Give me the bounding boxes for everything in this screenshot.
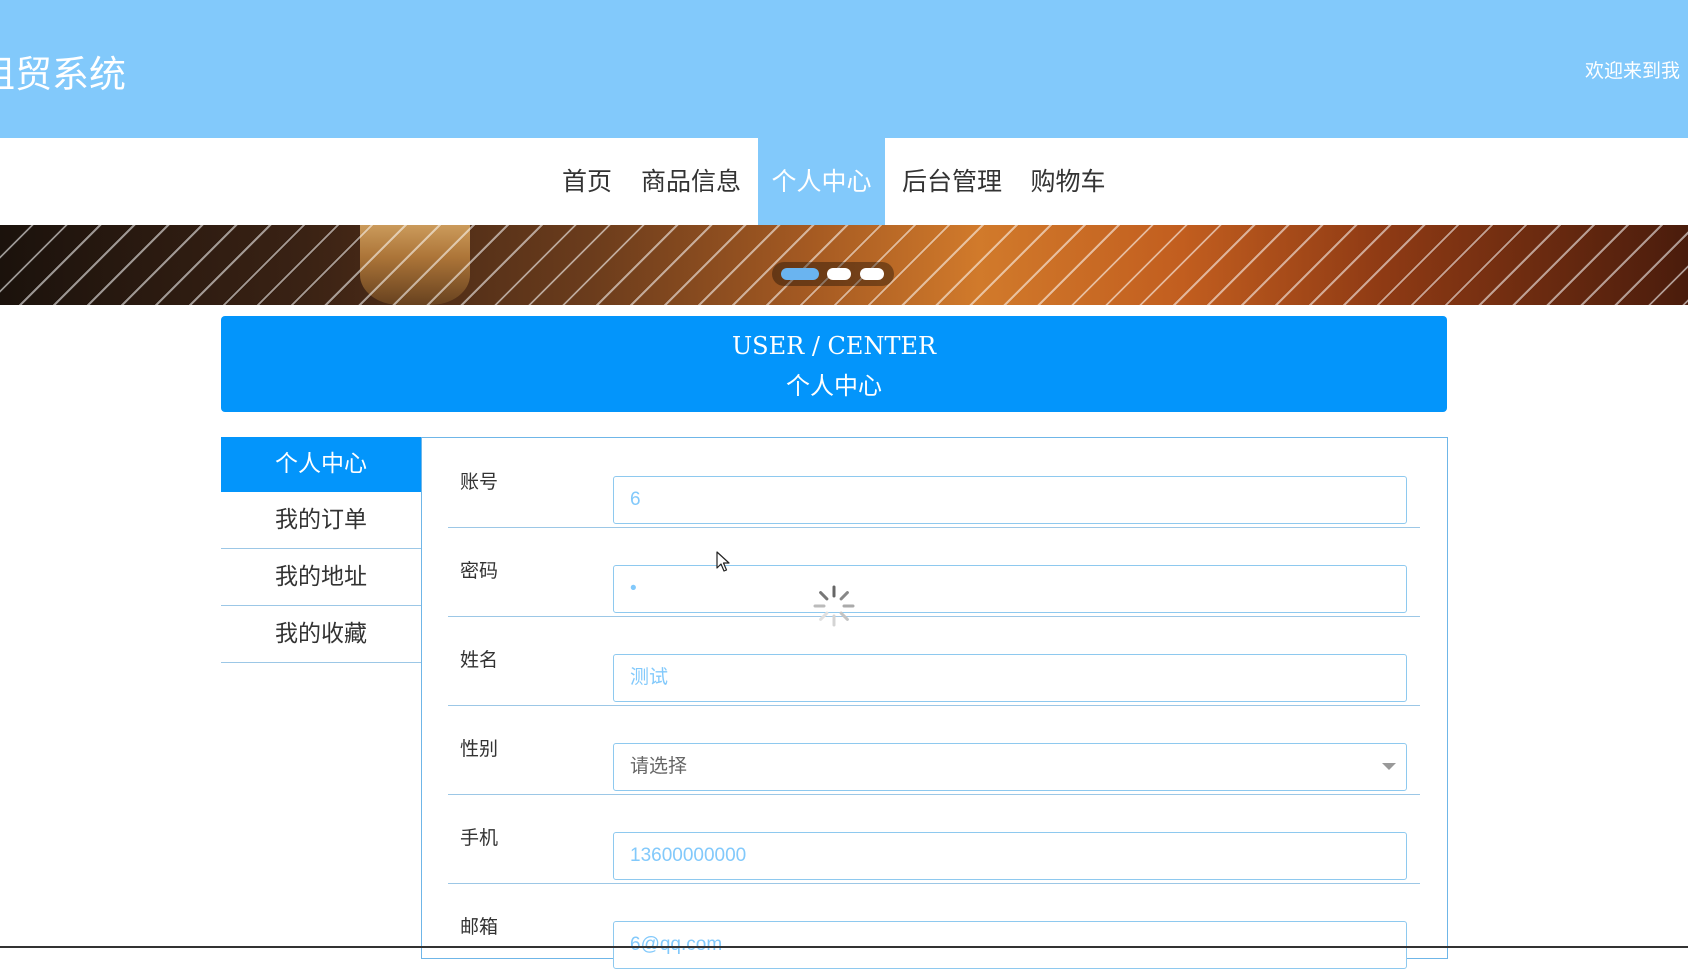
top-header: 租贸系统 欢迎来到我 [0,0,1688,138]
nav-admin[interactable]: 后台管理 [898,138,1006,225]
email-label: 邮箱 [460,916,499,938]
main-nav: 首页 商品信息 个人中心 后台管理 购物车 [0,138,1688,225]
gender-select-value: 请选择 [630,756,688,777]
password-label: 密码 [460,560,499,582]
email-input[interactable]: 6@qq.com [613,921,1407,969]
nav-home[interactable]: 首页 [556,138,618,225]
nav-cart[interactable]: 购物车 [1026,138,1110,225]
nav-user-center[interactable]: 个人中心 [758,138,885,225]
name-input[interactable]: 测试 [613,654,1407,702]
phone-input[interactable]: 13600000000 [613,832,1407,880]
account-input[interactable]: 6 [613,476,1407,524]
sidebar-item-favorites[interactable]: 我的收藏 [221,606,421,663]
welcome-text: 欢迎来到我 [1585,60,1681,82]
sidebar-item-user-center[interactable]: 个人中心 [221,437,421,492]
bottom-divider [0,946,1688,948]
profile-form: 账号 6 密码 • 姓名 测试 性别 请选择 手机 13600000000 邮箱… [421,437,1448,969]
mouse-cursor-icon [716,551,730,572]
form-row-password: 密码 • [448,527,1420,617]
user-center-header: USER / CENTER 个人中心 [221,316,1447,412]
password-input[interactable]: • [613,565,1407,613]
sidebar-item-orders[interactable]: 我的订单 [221,492,421,549]
form-row-account: 账号 6 [448,438,1420,528]
chevron-down-icon [1382,763,1396,770]
header-title-cn: 个人中心 [786,372,882,400]
sidebar-item-address[interactable]: 我的地址 [221,549,421,606]
gender-select[interactable]: 请选择 [613,743,1407,791]
carousel-dot-2[interactable] [827,268,851,280]
user-sidebar: 个人中心 我的订单 我的地址 我的收藏 [221,437,421,663]
form-row-gender: 性别 请选择 [448,705,1420,795]
nav-products[interactable]: 商品信息 [637,138,745,225]
loading-spinner-icon [813,585,855,627]
form-row-name: 姓名 测试 [448,616,1420,706]
carousel-indicators [772,262,894,286]
account-label: 账号 [460,471,499,493]
header-title-en: USER / CENTER [731,332,937,360]
carousel-dot-3[interactable] [860,268,884,280]
site-title: 租贸系统 [0,53,126,96]
form-row-phone: 手机 13600000000 [448,794,1420,884]
form-row-email: 邮箱 6@qq.com [448,883,1420,972]
carousel-dot-1[interactable] [781,268,819,280]
phone-label: 手机 [460,827,499,849]
gender-label: 性别 [460,738,499,760]
name-label: 姓名 [460,649,499,671]
